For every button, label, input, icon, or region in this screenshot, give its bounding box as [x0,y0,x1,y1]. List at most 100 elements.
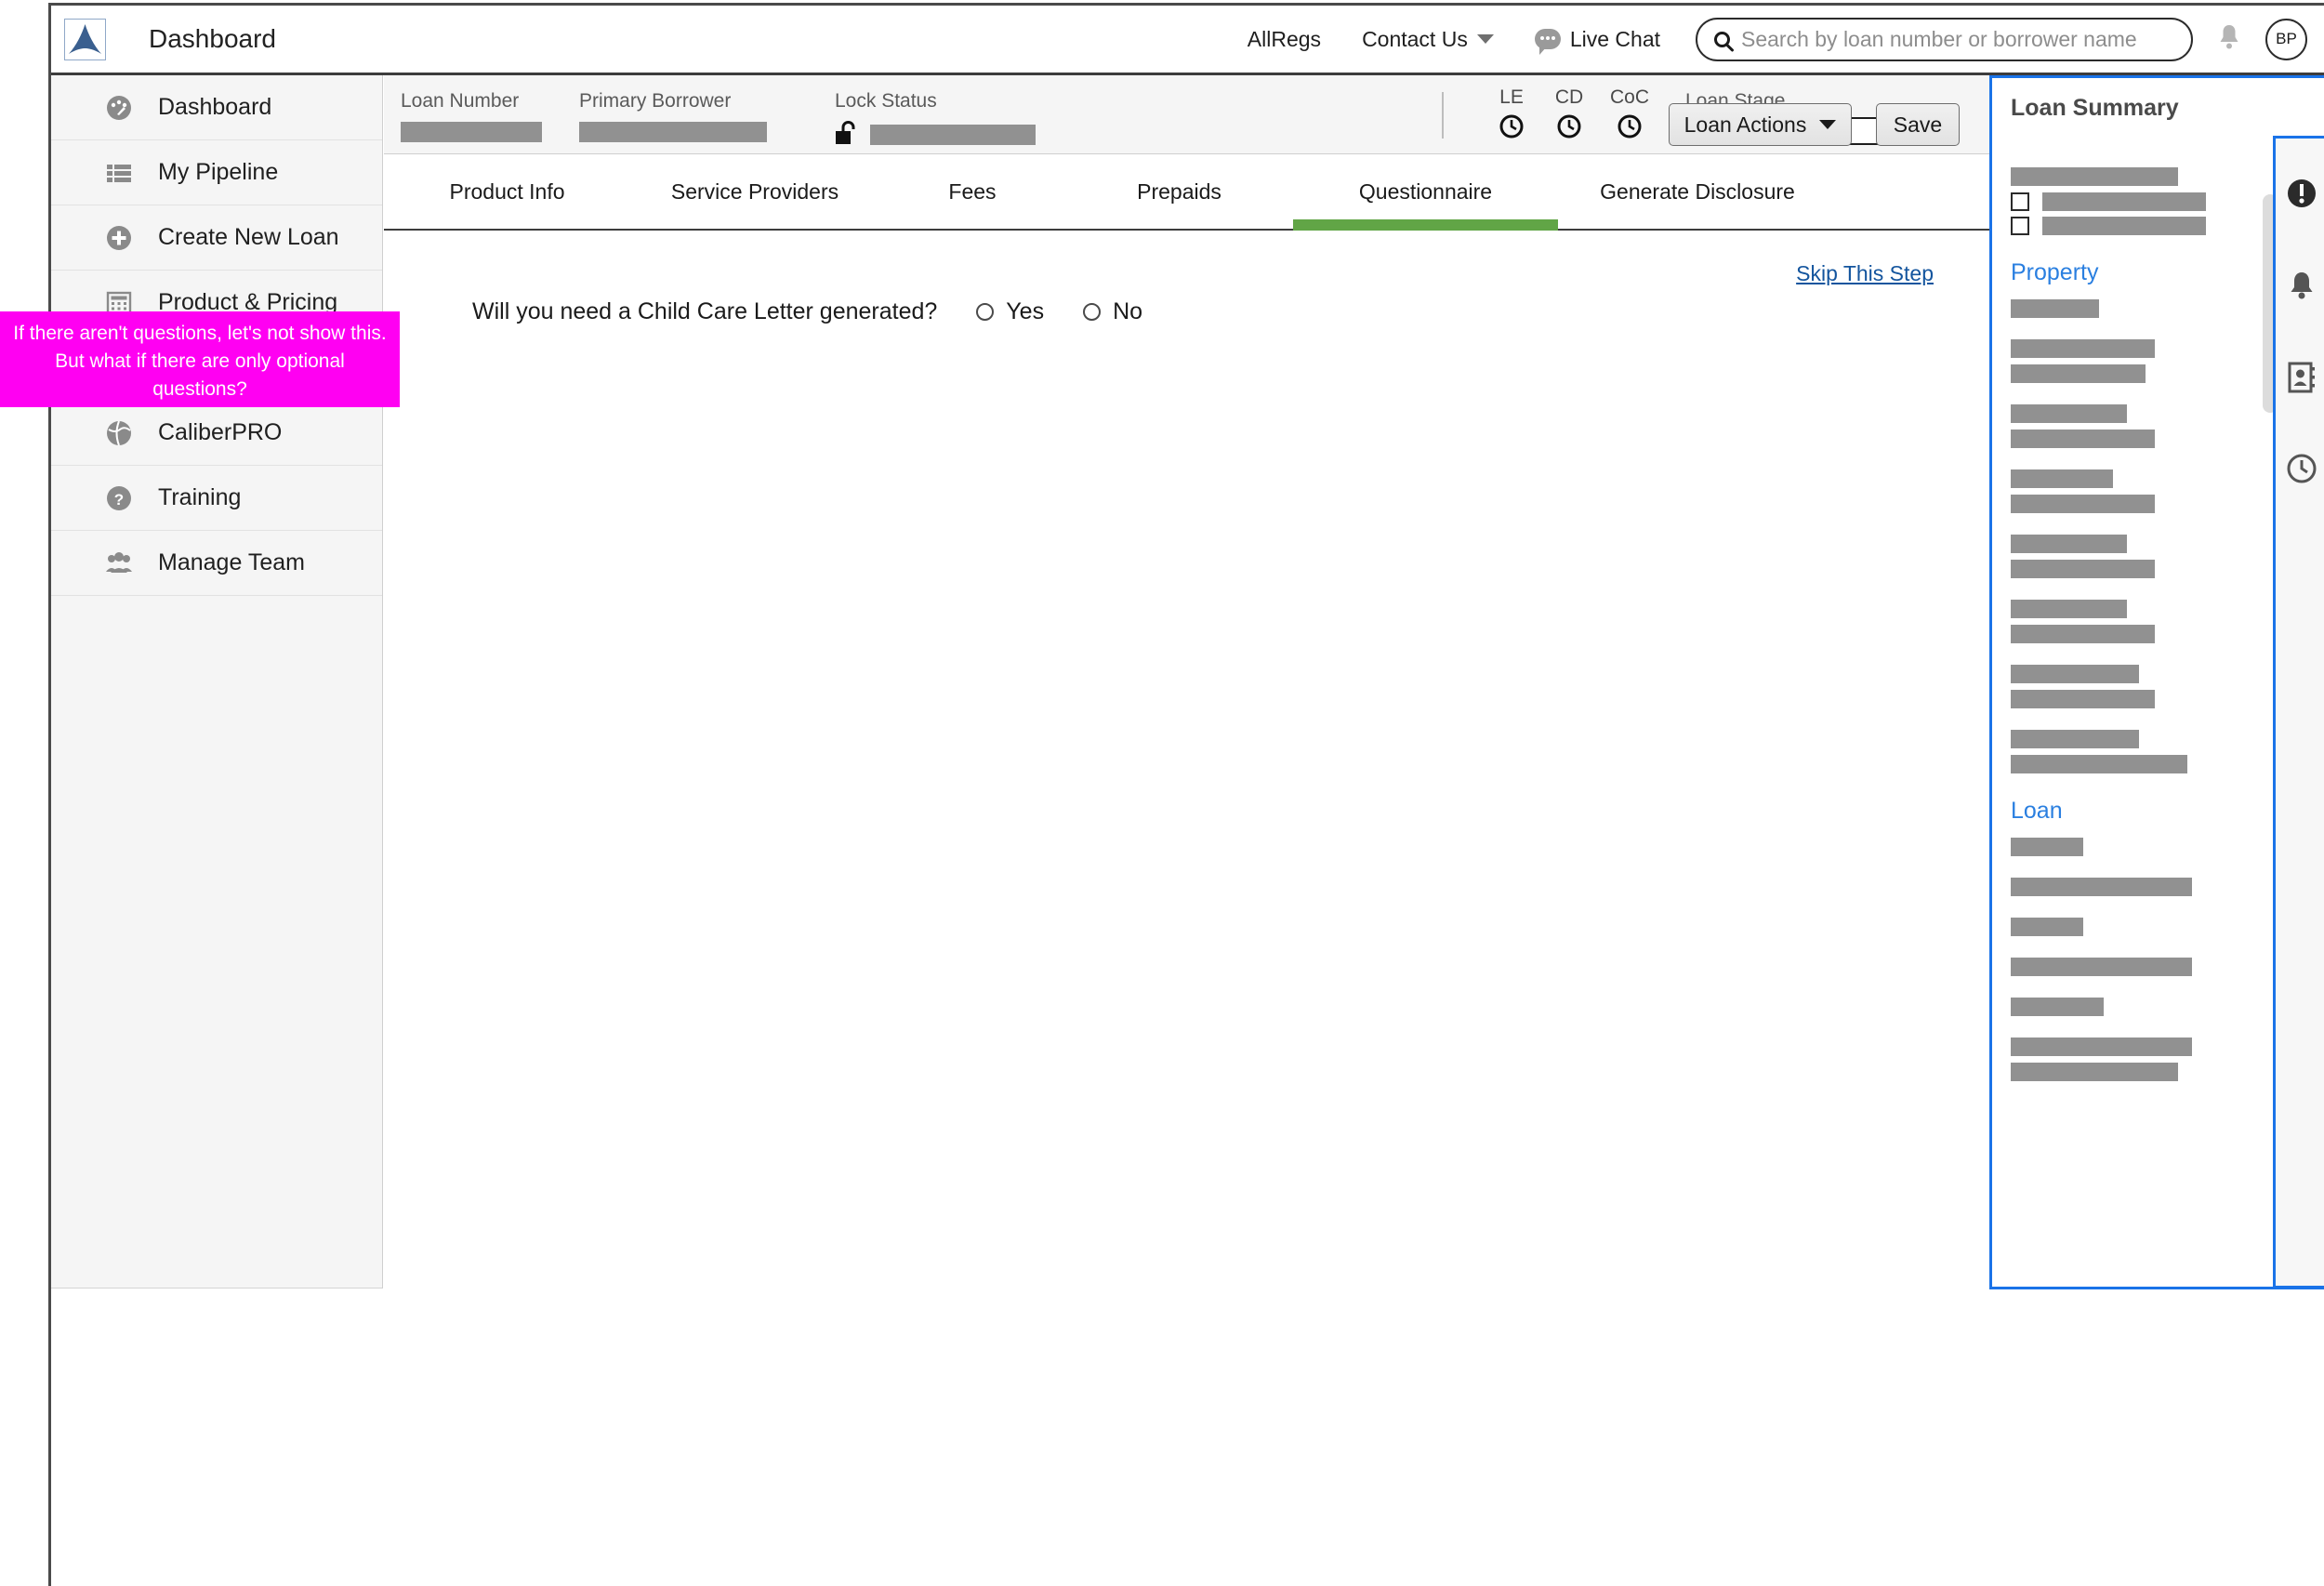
sidebar-item-label: My Pipeline [158,159,279,185]
speedometer-icon [105,94,133,122]
tab-service-providers[interactable]: Service Providers [630,155,879,229]
tab-fees[interactable]: Fees [879,155,1065,229]
skip-this-step-link[interactable]: Skip This Step [1796,261,1934,286]
sidebar-item-label: Dashboard [158,94,272,120]
checkbox-icon[interactable] [2011,217,2029,235]
redacted-bar [2011,665,2139,683]
tab-label: Generate Disclosure [1600,179,1795,204]
redacted-bar [2011,600,2127,618]
primary-borrower-label: Primary Borrower [579,90,732,112]
questionnaire-question-row: Will you need a Child Care Letter genera… [472,298,1142,325]
radio-option-no[interactable]: No [1083,298,1142,325]
avatar-initials: BP [2276,30,2297,47]
coc-label: CoC [1609,86,1649,108]
loan-actions-button[interactable]: Loan Actions [1669,103,1852,146]
coc-status[interactable]: CoC [1601,86,1658,139]
redacted-bar [2011,838,2083,856]
question-text: Will you need a Child Care Letter genera… [472,298,938,324]
lock-status-value-redacted [870,125,1036,145]
radio-label: No [1113,298,1143,324]
clock-icon [1543,114,1595,139]
redacted-bar [2011,495,2155,513]
redacted-bar [2011,730,2139,748]
sidebar-item-caliberpro[interactable]: CaliberPRO [51,401,382,466]
search-input[interactable] [1741,26,2174,52]
summary-group-heading[interactable]: Property [2011,259,2252,286]
lock-status-label: Lock Status [835,90,937,112]
radio-circle-icon [1083,303,1102,321]
clock-icon [1601,114,1658,139]
redacted-bar [2011,364,2146,383]
tab-prepaids[interactable]: Prepaids [1065,155,1293,229]
chevron-down-icon [1819,120,1837,129]
radio-label: Yes [1006,298,1045,324]
summary-top-rows [2011,167,2252,235]
tab-questionnaire[interactable]: Questionnaire [1293,155,1558,231]
redacted-bar [2011,625,2155,643]
contact-book-icon[interactable] [2287,362,2317,398]
summary-group-loan: Loan [2011,798,2252,1081]
question-circle-icon: ? [105,484,133,512]
bell-icon[interactable] [2287,270,2317,306]
loan-actions-label: Loan Actions [1684,112,1807,137]
globe-icon [105,419,133,447]
tab-bar: Product Info Service Providers Fees Prep… [384,155,1989,231]
allregs-label: AllRegs [1247,26,1322,51]
summary-checkbox-row[interactable] [2011,217,2252,235]
clock-icon[interactable] [2287,454,2317,488]
summary-checkbox-row[interactable] [2011,192,2252,211]
tab-label: Fees [948,179,997,204]
svg-text:?: ? [114,491,124,509]
people-icon [105,549,133,577]
search-box[interactable] [1696,17,2193,61]
redacted-bar [2042,217,2206,235]
redacted-bar [2011,535,2127,553]
tab-label: Prepaids [1137,179,1221,204]
primary-borrower-value-redacted [579,122,767,142]
redacted-bar [2011,339,2155,358]
redacted-bar [2011,430,2155,448]
radio-option-yes[interactable]: Yes [976,298,1044,325]
sidebar-item-create-new-loan[interactable]: Create New Loan [51,205,382,271]
tab-product-info[interactable]: Product Info [384,155,630,229]
contact-us-label: Contact Us [1362,26,1468,51]
redacted-bar [2011,469,2113,488]
tab-label: Product Info [449,179,565,204]
redacted-bar [2011,1038,2192,1056]
sidebar-item-training[interactable]: ? Training [51,466,382,531]
live-chat-link[interactable]: Live Chat [1514,27,1681,55]
sidebar-item-manage-team[interactable]: Manage Team [51,531,382,596]
summary-group-heading[interactable]: Loan [2011,798,2252,825]
brand-area: Dashboard [51,18,276,60]
cd-label: CD [1554,86,1584,108]
bell-icon[interactable] [2217,23,2241,56]
radio-circle-icon [976,303,995,321]
primary-borrower-field: Primary Borrower [579,90,767,142]
le-status[interactable]: LE [1486,86,1538,139]
loan-summary-title: Loan Summary [2011,95,2179,121]
summary-group-property: Property [2011,259,2252,773]
chat-bubble-icon [1534,29,1561,55]
redacted-bar [2011,560,2155,578]
sidebar-item-my-pipeline[interactable]: My Pipeline [51,140,382,205]
chevron-down-icon [1476,34,1494,44]
redacted-bar [2011,998,2104,1016]
loan-number-label: Loan Number [401,90,520,112]
checkbox-icon[interactable] [2011,192,2029,211]
sidebar-item-dashboard[interactable]: Dashboard [51,75,382,140]
avatar[interactable]: BP [2265,18,2307,60]
top-bar-right-group: AllRegs Contact Us Live Chat Search by l… [1227,17,2324,61]
save-label: Save [1893,112,1943,137]
sidebar-navigation: Dashboard My Pipeline Create New Loan Pr… [51,75,383,1289]
header-divider [1442,92,1444,139]
save-button[interactable]: Save [1876,103,1960,146]
redacted-bar [2011,878,2192,896]
tab-generate-disclosure[interactable]: Generate Disclosure [1558,155,1837,229]
alert-circle-icon[interactable] [2286,178,2317,214]
allregs-link[interactable]: AllRegs [1227,27,1341,52]
application-frame: Dashboard AllRegs Contact Us Live Chat S… [48,3,2324,1586]
contact-us-menu[interactable]: Contact Us [1341,27,1514,52]
sidebar-item-label: Create New Loan [158,224,339,250]
cd-status[interactable]: CD [1543,86,1595,139]
tab-label: Service Providers [670,179,839,204]
